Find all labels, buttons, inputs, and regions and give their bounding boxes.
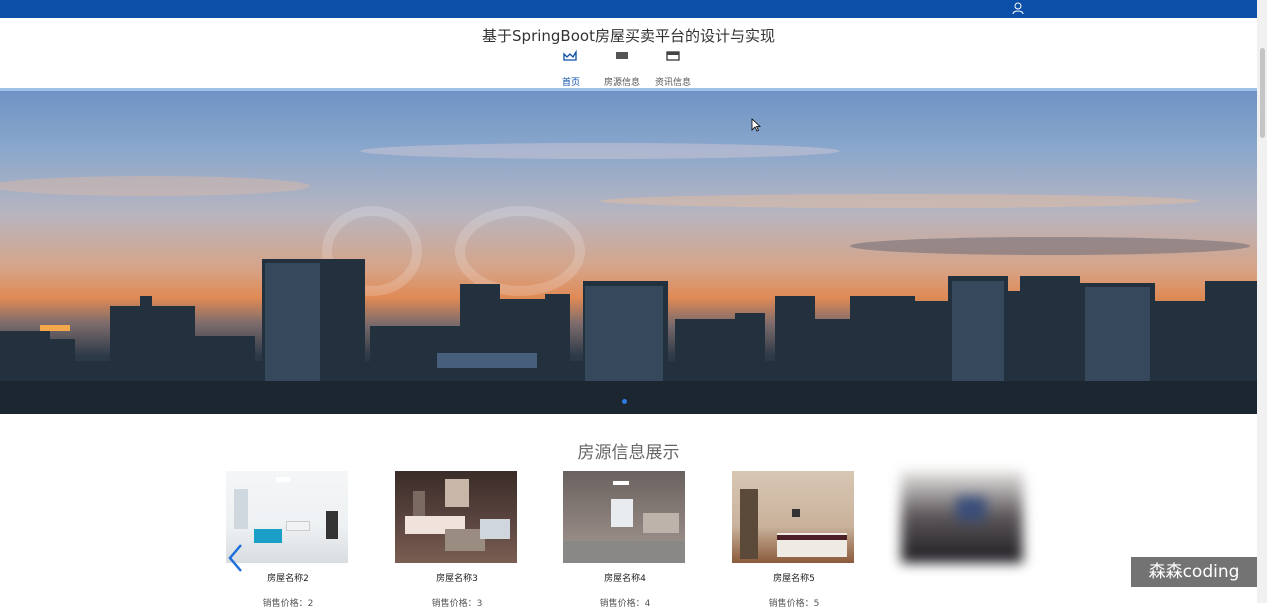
listing-name: 房屋名称2 <box>267 574 309 584</box>
mouse-cursor-icon <box>751 118 761 132</box>
overlay-watermark: 森森coding <box>1131 557 1257 587</box>
listing-name: 房屋名称5 <box>773 574 815 584</box>
listing-card[interactable]: 房屋名称3 销售价格：3 <box>395 471 519 609</box>
nav-label-home: 首页 <box>561 78 580 88</box>
nav-item-news[interactable]: 资讯信息 <box>648 48 698 89</box>
listing-card[interactable]: 房屋名称5 销售价格：5 <box>732 471 856 609</box>
carousel-prev-arrow-icon[interactable] <box>226 543 244 573</box>
top-bar <box>0 0 1257 18</box>
listing-photo[interactable] <box>901 471 1023 563</box>
nav-item-home[interactable]: 首页 <box>546 48 596 89</box>
main-nav: 首页 房源信息 资讯信息 <box>546 48 699 89</box>
listing-photo[interactable] <box>563 471 685 563</box>
section-title-listings: 房源信息展示 <box>577 443 680 463</box>
listing-card[interactable] <box>901 471 1025 603</box>
listing-photo[interactable] <box>395 471 517 563</box>
listing-card[interactable]: 房屋名称2 销售价格：2 <box>226 471 350 609</box>
listing-card[interactable]: 房屋名称4 销售价格：4 <box>563 471 687 609</box>
news-icon <box>666 51 680 61</box>
site-title: 基于SpringBoot房屋买卖平台的设计与实现 <box>482 27 775 45</box>
hero-banner[interactable] <box>0 88 1257 414</box>
listing-name: 房屋名称4 <box>604 574 646 584</box>
nav-label-listings: 房源信息 <box>603 78 640 88</box>
listing-name: 房屋名称3 <box>436 574 478 584</box>
carousel-indicator[interactable] <box>622 399 627 404</box>
city-skyline-image <box>0 143 1257 414</box>
listing-photo[interactable] <box>226 471 348 563</box>
scrollbar-thumb[interactable] <box>1260 48 1265 138</box>
nav-label-news: 资讯信息 <box>654 78 691 88</box>
user-icon[interactable] <box>1012 2 1024 15</box>
house-list-icon <box>616 52 628 59</box>
nav-item-listings[interactable]: 房源信息 <box>597 48 647 89</box>
site-header: 基于SpringBoot房屋买卖平台的设计与实现 首页 房源信息 资讯信息 <box>0 18 1257 88</box>
listing-photo[interactable] <box>732 471 854 563</box>
home-icon <box>563 49 577 61</box>
